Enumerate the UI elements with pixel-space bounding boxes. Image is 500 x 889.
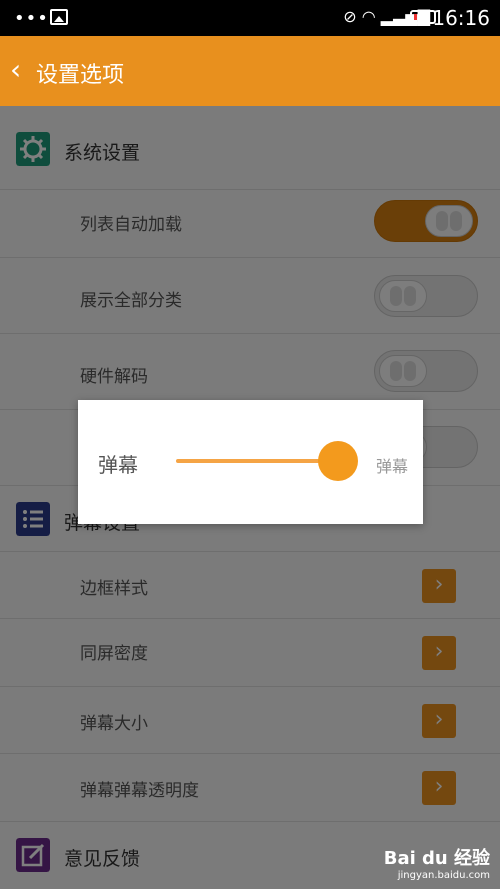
image-icon xyxy=(50,9,68,25)
slider-track[interactable] xyxy=(176,459,338,463)
dialog-value-label: 弹幕 xyxy=(376,457,409,476)
mute-icon: ⊘ xyxy=(343,7,357,26)
baidu-jingyan-watermark: Bai du 经验 jingyan.baidu.com xyxy=(383,848,490,881)
wifi-icon: ◠ xyxy=(361,7,376,26)
page-title: 设置选项 xyxy=(36,63,125,88)
more-dots-icon: ••• xyxy=(14,8,49,29)
chevron-left-icon[interactable]: ‹ xyxy=(10,56,21,84)
status-bar: ••• ⊘ ◠ ▂▃▅▇ 16:16 xyxy=(0,0,500,36)
slider-thumb[interactable] xyxy=(318,441,358,481)
status-time: 16:16 xyxy=(432,6,490,30)
dialog-label: 弹幕 xyxy=(98,453,138,477)
danmaku-slider-dialog: 弹幕 弹幕 xyxy=(78,400,423,524)
app-bar: ‹ 设置选项 xyxy=(0,36,500,106)
